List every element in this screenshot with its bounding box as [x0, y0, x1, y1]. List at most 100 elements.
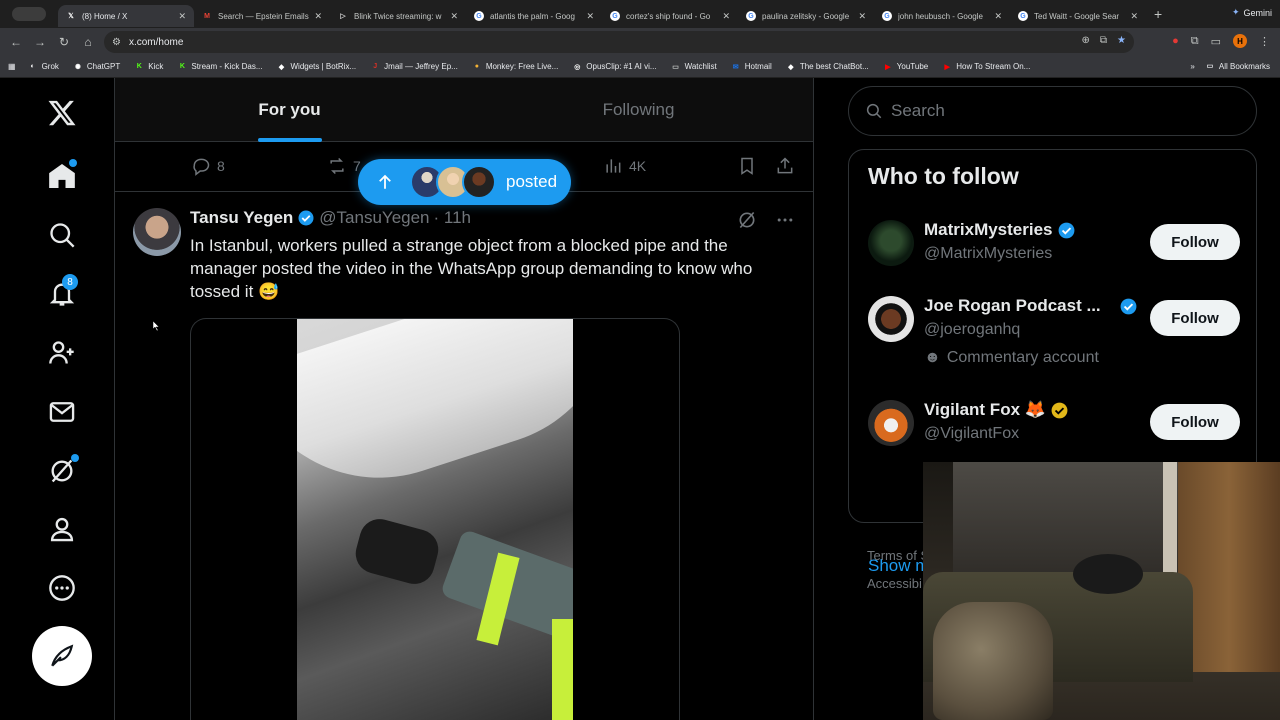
tab-for-you-label: For you	[258, 100, 321, 119]
bookmark-stream-kick[interactable]: K Stream - Kick Das...	[177, 62, 263, 72]
video-frame[interactable]	[297, 319, 573, 720]
tweet-author-handle[interactable]: @TansuYegen	[319, 208, 429, 228]
tab-search-button[interactable]	[0, 7, 58, 21]
tab-following[interactable]: Following	[464, 78, 813, 142]
tab-blink-twice[interactable]: ▷ Blink Twice streaming: w ✕	[330, 5, 466, 27]
close-tab-icon[interactable]: ✕	[722, 11, 730, 22]
avatar[interactable]	[868, 296, 914, 342]
close-tab-icon[interactable]: ✕	[450, 11, 458, 22]
extension-red-icon[interactable]: ●	[1172, 35, 1179, 47]
bookmark-hotmail[interactable]: ✉ Hotmail	[731, 62, 772, 72]
tab-cortez[interactable]: G cortez's ship found - Go ✕	[602, 5, 738, 27]
bookmark-how-to-stream[interactable]: ▶ How To Stream On...	[942, 62, 1031, 72]
follow-button[interactable]: Follow	[1150, 404, 1240, 440]
mouse-cursor-icon	[153, 321, 160, 331]
bookmark-monkey[interactable]: ● Monkey: Free Live...	[472, 62, 559, 72]
bookmark-star-icon[interactable]: ★	[1117, 35, 1126, 46]
close-tab-icon[interactable]: ✕	[178, 11, 186, 22]
url-field[interactable]: ⚙ x.com/home ⊕ ⧉ ★	[104, 31, 1134, 53]
reload-icon[interactable]: ↻	[52, 35, 76, 49]
bookmark-opusclip[interactable]: ◎ OpusClip: #1 AI vi...	[572, 62, 656, 72]
zoom-icon[interactable]: ⊕	[1082, 35, 1090, 46]
footer-terms-link[interactable]: Terms of S	[867, 548, 929, 563]
compose-post-button[interactable]	[32, 626, 92, 686]
follow-button[interactable]: Follow	[1150, 224, 1240, 260]
grok-icon[interactable]	[44, 453, 80, 489]
repost-button[interactable]: 7	[327, 156, 361, 176]
x-logo-icon[interactable]	[44, 95, 80, 131]
views-count: 4K	[629, 158, 647, 174]
gemini-button[interactable]: ✦ Gemini	[1232, 7, 1272, 18]
verified-badge-icon	[298, 210, 314, 226]
tab-atlantis[interactable]: G atlantis the palm - Goog ✕	[466, 5, 602, 27]
bookmark-botrix[interactable]: ◆ Widgets | BotRix...	[277, 62, 356, 72]
site-info-icon[interactable]: ⚙	[112, 37, 121, 48]
tab-for-you[interactable]: For you	[115, 78, 464, 142]
share-button[interactable]	[775, 156, 795, 176]
bookmark-youtube[interactable]: ▶ YouTube	[883, 62, 928, 72]
follow-people-icon[interactable]	[44, 335, 80, 371]
follow-suggestion[interactable]: MatrixMysteries @MatrixMysteries Follow	[868, 220, 1240, 280]
x-logo-icon: 𝕏	[68, 13, 74, 20]
bookmark-grok[interactable]: ◐ Grok	[28, 62, 58, 72]
google-icon: G	[474, 11, 484, 21]
reply-button[interactable]: 8	[191, 156, 225, 176]
tweet[interactable]: Tansu Yegen @TansuYegen · 11h In Istanbu…	[115, 192, 813, 720]
bookmark-chatbot[interactable]: ◆ The best ChatBot...	[786, 62, 869, 72]
menu-kebab-icon[interactable]: ⋮	[1259, 35, 1270, 48]
tab-epstein-emails[interactable]: M Search — Epstein Emails ✕	[194, 5, 330, 27]
bookmark-chatgpt[interactable]: ✺ ChatGPT	[73, 62, 120, 72]
tweet-video[interactable]	[190, 318, 680, 720]
all-bookmarks[interactable]: ▭ All Bookmarks	[1205, 61, 1270, 71]
install-app-icon[interactable]: ⧉	[1100, 35, 1107, 46]
home-icon[interactable]: ⌂	[76, 35, 100, 49]
account-name: Joe Rogan Podcast ...	[924, 296, 1101, 315]
apps-icon[interactable]: ▦	[8, 62, 16, 71]
avatar[interactable]	[133, 208, 181, 256]
more-circle-icon[interactable]	[44, 570, 80, 606]
profile-icon[interactable]	[44, 511, 80, 547]
close-tab-icon[interactable]: ✕	[858, 11, 866, 22]
tab-ted-waitt[interactable]: G Ted Waitt - Google Sear ✕	[1010, 5, 1146, 27]
avatar[interactable]	[868, 400, 914, 446]
bookmark-kick[interactable]: K Kick	[134, 62, 164, 72]
follow-button[interactable]: Follow	[1150, 300, 1240, 336]
avatar[interactable]	[868, 220, 914, 266]
more-bookmarks-icon[interactable]: »	[1190, 62, 1194, 71]
profile-avatar[interactable]: H	[1233, 34, 1247, 48]
bookmark-button[interactable]	[737, 156, 757, 176]
tweet-timestamp[interactable]: · 11h	[434, 208, 472, 228]
views-button[interactable]: 4K	[603, 156, 646, 176]
home-nav-icon[interactable]	[44, 158, 80, 194]
close-tab-icon[interactable]: ✕	[314, 11, 322, 22]
webcam-overlay	[923, 462, 1280, 720]
new-tab-icon[interactable]: +	[1154, 6, 1162, 22]
tab-john-heubusch[interactable]: G john heubusch - Google ✕	[874, 5, 1010, 27]
bookmark-jmail[interactable]: J Jmail — Jeffrey Ep...	[370, 62, 458, 72]
follow-suggestion[interactable]: Joe Rogan Podcast ... @joeroganhq ☻ Comm…	[868, 296, 1240, 366]
forward-icon[interactable]: →	[28, 35, 52, 49]
monkey-icon: ●	[474, 63, 479, 70]
notifications-bell-icon[interactable]: 8	[44, 274, 80, 312]
tab-title: (8) Home / X	[82, 11, 128, 21]
close-tab-icon[interactable]: ✕	[994, 11, 1002, 22]
footer-accessibility-link[interactable]: Accessibi	[867, 576, 922, 591]
tab-paulina[interactable]: G paulina zelitsky - Google ✕	[738, 5, 874, 27]
explore-search-icon[interactable]	[44, 217, 80, 253]
grok-explain-icon[interactable]	[737, 210, 757, 230]
close-tab-icon[interactable]: ✕	[586, 11, 594, 22]
back-icon[interactable]: ←	[4, 35, 28, 49]
messages-mail-icon[interactable]	[44, 394, 80, 430]
side-panel-icon[interactable]: ▭	[1211, 35, 1221, 48]
close-tab-icon[interactable]: ✕	[1130, 11, 1138, 22]
bookmark-watchlist[interactable]: ▭ Watchlist	[671, 62, 716, 72]
theater-masks-icon: ☻	[924, 349, 941, 366]
tab-title: Search — Epstein Emails	[218, 11, 309, 21]
tab-x-home[interactable]: 𝕏 (8) Home / X ✕	[58, 5, 194, 27]
search-input[interactable]: Search	[848, 86, 1257, 136]
wall-shape	[953, 462, 1183, 582]
more-options-icon[interactable]	[775, 210, 795, 230]
tweet-author-name[interactable]: Tansu Yegen	[190, 208, 293, 228]
extensions-icon[interactable]: ⧉	[1191, 35, 1199, 48]
follow-suggestion[interactable]: Vigilant Fox 🦊 @VigilantFox Follow	[868, 400, 1240, 460]
